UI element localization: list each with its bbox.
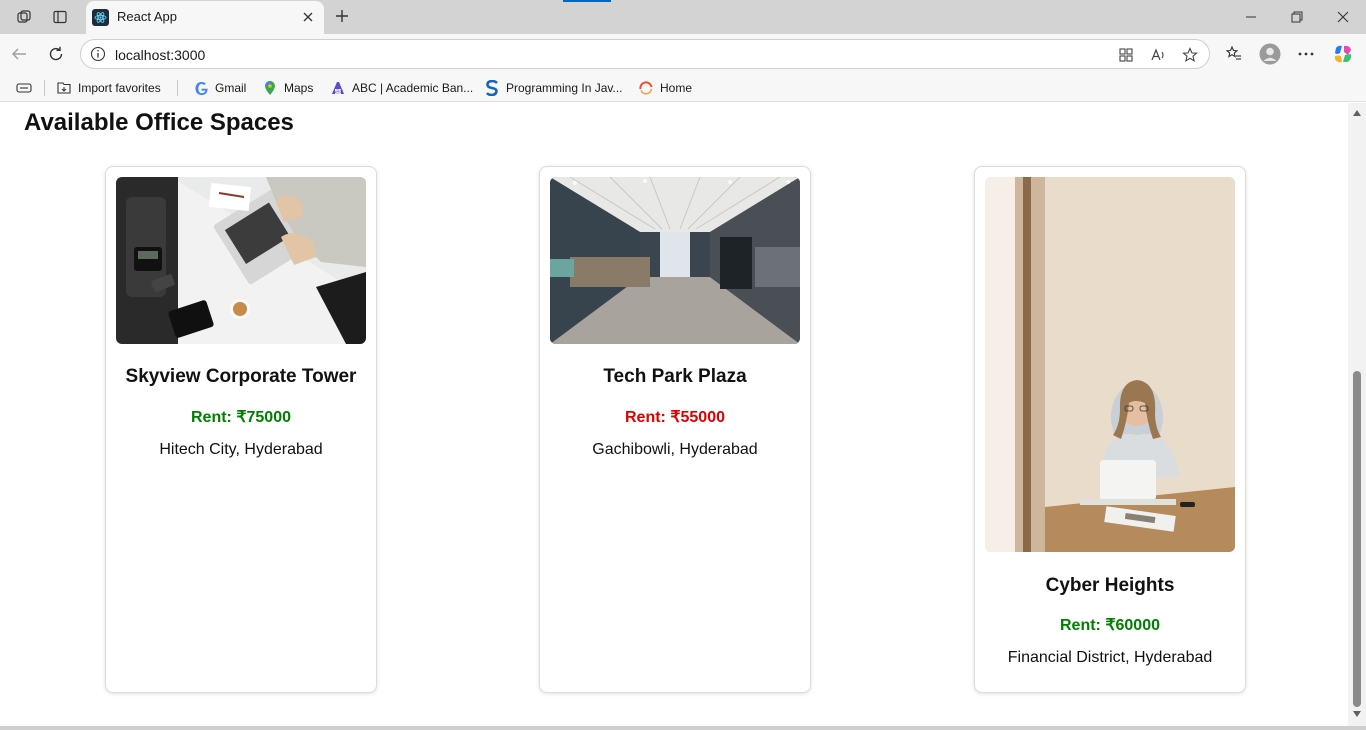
browser-toolbar: localhost:3000: [0, 34, 1366, 74]
office-name: Tech Park Plaza: [603, 366, 747, 387]
favorites-bar: Import favorites Gmail Maps ABC ABC | Ac…: [0, 74, 1366, 102]
fav-label: Gmail: [215, 81, 247, 95]
scroll-down-arrow-icon[interactable]: [1352, 709, 1362, 719]
url-text: localhost:3000: [115, 47, 206, 63]
office-image-woman-laptop: [985, 177, 1235, 552]
close-tab-icon[interactable]: [300, 9, 316, 25]
app-available-icon[interactable]: [1117, 46, 1135, 64]
tab-title: React App: [117, 9, 177, 24]
site-info-icon[interactable]: [90, 46, 106, 62]
page-viewport: Available Office Spaces Skyview Corporat…: [0, 103, 1366, 726]
fav-label: Import favorites: [78, 81, 161, 95]
svg-text:ABC: ABC: [333, 90, 344, 96]
tab-drag-indicator: [563, 0, 611, 2]
office-rent: Rent: ₹60000: [1060, 617, 1160, 634]
office-card: Skyview Corporate Tower Rent: ₹75000 Hit…: [105, 166, 377, 693]
vertical-tabs-icon[interactable]: [50, 7, 70, 27]
minimize-icon[interactable]: [1241, 7, 1261, 27]
fav-label: Home: [660, 81, 693, 95]
browser-tab-strip: React App: [0, 0, 1366, 34]
office-rent: Rent: ₹55000: [625, 409, 725, 426]
office-location: Financial District, Hyderabad: [1007, 649, 1213, 666]
office-card: Cyber Heights Rent: ₹60000 Financial Dis…: [974, 166, 1246, 693]
tab-actions-glyph-icon: [16, 80, 32, 96]
tab-actions-icon[interactable]: [16, 78, 38, 98]
window-bottom-edge: [0, 726, 1366, 730]
copilot-icon[interactable]: [1332, 43, 1354, 65]
page-title: Available Office Spaces: [24, 109, 294, 136]
scrollbar-thumb[interactable]: [1353, 371, 1361, 707]
new-tab-plus-icon[interactable]: [332, 6, 352, 26]
office-image-desk: [116, 177, 366, 344]
favorite-star-icon[interactable]: [1181, 46, 1199, 64]
fav-programming[interactable]: Programming In Jav...: [484, 78, 622, 98]
office-image-corridor: [550, 177, 800, 344]
scroll-up-arrow-icon[interactable]: [1352, 108, 1362, 118]
import-favorites-icon: [56, 80, 72, 96]
fav-label: ABC | Academic Ban...: [352, 81, 474, 95]
fav-maps[interactable]: Maps: [262, 78, 313, 98]
restore-icon[interactable]: [1287, 7, 1307, 27]
office-location: Hitech City, Hyderabad: [159, 441, 323, 458]
office-name: Cyber Heights: [1045, 575, 1175, 596]
fav-label: Maps: [284, 81, 314, 95]
favorites-divider: [44, 80, 45, 96]
more-options-icon[interactable]: [1295, 43, 1317, 65]
close-window-icon[interactable]: [1333, 7, 1353, 27]
workspaces-icon[interactable]: [14, 7, 34, 27]
react-logo-icon: [92, 9, 109, 26]
refresh-icon[interactable]: [45, 43, 67, 65]
google-icon: [193, 80, 209, 96]
office-location: Gachibowli, Hyderabad: [592, 441, 758, 458]
abc-icon: ABC: [330, 80, 346, 96]
back-arrow-icon[interactable]: [8, 43, 30, 65]
s-logo-icon: [484, 80, 500, 96]
address-bar[interactable]: localhost:3000: [80, 39, 1210, 69]
office-rent: Rent: ₹75000: [191, 409, 291, 426]
maps-pin-icon: [262, 80, 278, 96]
fav-abc[interactable]: ABC ABC | Academic Ban...: [330, 78, 473, 98]
office-card: Tech Park Plaza Rent: ₹55000 Gachibowli,…: [539, 166, 811, 693]
favorites-divider: [177, 80, 178, 96]
office-name: Skyview Corporate Tower: [125, 366, 357, 387]
fav-label: Programming In Jav...: [506, 81, 623, 95]
active-tab[interactable]: React App: [86, 1, 324, 34]
home-ring-icon: [638, 80, 654, 96]
read-aloud-icon[interactable]: [1149, 46, 1167, 64]
favorites-list-icon[interactable]: [1223, 43, 1245, 65]
fav-import-favorites[interactable]: Import favorites: [56, 78, 161, 98]
profile-avatar-icon[interactable]: [1259, 43, 1281, 65]
fav-gmail[interactable]: Gmail: [193, 78, 246, 98]
vertical-scrollbar[interactable]: [1348, 103, 1366, 726]
fav-home[interactable]: Home: [638, 78, 692, 98]
